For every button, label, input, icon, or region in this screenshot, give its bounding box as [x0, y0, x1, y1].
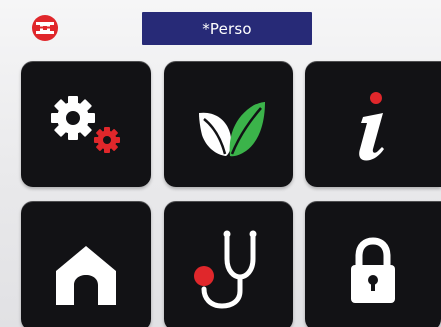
info-tile[interactable]	[305, 61, 441, 187]
info-icon	[359, 92, 384, 161]
leaves-icon	[199, 102, 265, 157]
stethoscope-icon	[194, 230, 257, 309]
brand-logo-icon	[30, 13, 60, 43]
home-icon	[56, 246, 116, 305]
top-bar: *Perso	[0, 0, 441, 45]
health-tile[interactable]	[164, 201, 293, 327]
profile-title-bar[interactable]: *Perso	[142, 12, 312, 45]
eco-tile[interactable]	[164, 61, 293, 187]
home-tile[interactable]	[21, 201, 151, 327]
profile-title: *Perso	[202, 19, 252, 38]
settings-tile[interactable]	[21, 61, 151, 187]
home-screen: *Perso	[0, 0, 441, 327]
padlock-icon	[351, 237, 395, 303]
lock-tile[interactable]	[305, 201, 441, 327]
gears-icon	[51, 96, 120, 153]
